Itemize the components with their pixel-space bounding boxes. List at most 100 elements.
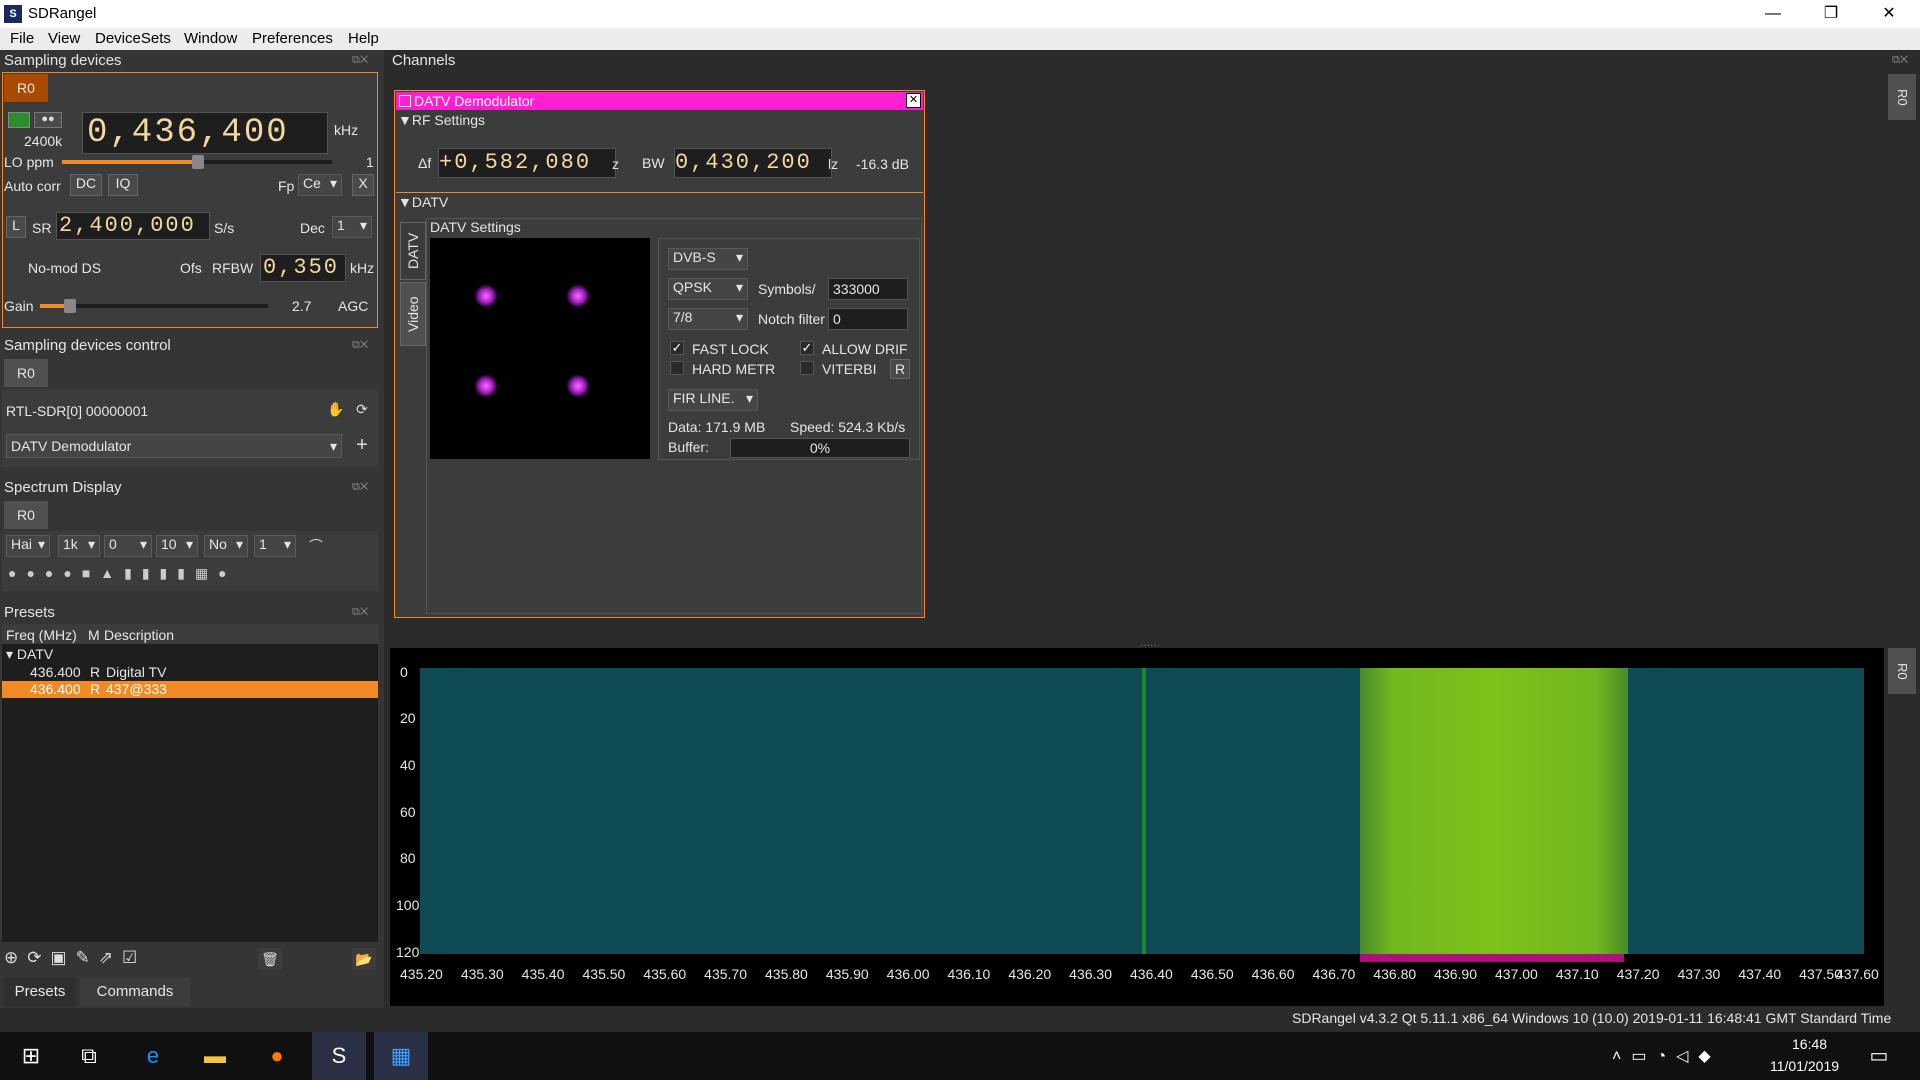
sampling-tab-r0[interactable]: R0 xyxy=(4,74,48,102)
notch-filter-input[interactable]: 0 xyxy=(828,308,908,330)
x-tick: 437.10 xyxy=(1555,966,1599,982)
close-button[interactable]: ✕ xyxy=(1860,0,1918,28)
spectrum-toggle-icons[interactable]: ●●●●■▲▮▮▮▮▦● xyxy=(8,565,328,585)
menu-view[interactable]: View xyxy=(48,30,80,47)
control-tab-r0[interactable]: R0 xyxy=(4,359,48,387)
iq-button[interactable]: IQ xyxy=(108,174,138,196)
dock-float-icon[interactable]: ⧉✕ xyxy=(1892,54,1908,67)
menu-preferences[interactable]: Preferences xyxy=(252,30,333,47)
filter-select[interactable]: FIR LINE. xyxy=(668,389,758,411)
modulation-select[interactable]: QPSK xyxy=(668,278,748,300)
start-stop-button[interactable] xyxy=(8,112,30,128)
y-tick: 40 xyxy=(400,757,416,773)
col-mode[interactable]: M xyxy=(88,627,100,643)
maximize-button[interactable]: ❐ xyxy=(1802,0,1860,28)
preset-toolbar-icons[interactable]: ⊕⟳▣✎⇗☑ xyxy=(4,948,376,972)
reload-icon[interactable]: ⟳ xyxy=(350,398,374,420)
datv-close-button[interactable]: ✕ xyxy=(906,93,921,108)
viterbi-checkbox[interactable] xyxy=(800,361,814,375)
gain-label: Gain xyxy=(4,298,34,314)
ofs-label[interactable]: Ofs xyxy=(180,260,202,276)
vtab-video[interactable]: Video xyxy=(400,282,426,346)
vtab-datv[interactable]: DATV xyxy=(400,222,426,280)
channel-marker[interactable] xyxy=(1360,954,1624,962)
app-logo-icon: S xyxy=(4,5,22,23)
datv-menu-icon[interactable] xyxy=(399,95,411,107)
channel-select[interactable]: DATV Demodulator xyxy=(6,434,342,458)
preset-row[interactable]: 436.400 R Digital TV xyxy=(2,664,378,682)
nomod-ds-label[interactable]: No-mod DS xyxy=(28,260,101,276)
col-description[interactable]: Description xyxy=(104,627,174,643)
averaging-select[interactable]: No xyxy=(204,535,248,557)
datv-section-toggle[interactable]: ▼DATV xyxy=(398,194,448,210)
fft-size-select[interactable]: 1k xyxy=(58,535,100,557)
firefox-icon[interactable]: ● xyxy=(250,1032,304,1080)
waterfall-display xyxy=(420,668,1864,962)
waterfall-side-tab-r0[interactable]: R0 xyxy=(1888,648,1916,694)
lo-ppm-label: LO ppm xyxy=(4,154,54,170)
fft-window-select[interactable]: Hai xyxy=(6,535,50,557)
lo-ppm-slider[interactable] xyxy=(62,155,332,169)
fec-select[interactable]: 7/8 xyxy=(668,308,748,330)
edge-icon[interactable]: e xyxy=(126,1032,180,1080)
symbol-rate-input[interactable]: 333000 xyxy=(828,278,908,300)
task-view-icon[interactable]: ⧉ xyxy=(62,1032,116,1080)
tab-presets[interactable]: Presets xyxy=(4,978,76,1006)
decimation-select[interactable]: 1 xyxy=(332,216,372,238)
delta-f-dial[interactable]: +0,582,080 xyxy=(438,148,616,178)
dock-float-icon[interactable]: ⧉✕ xyxy=(352,339,368,352)
menu-help[interactable]: Help xyxy=(348,30,379,47)
menu-file[interactable]: File xyxy=(10,30,34,47)
hard-metric-checkbox[interactable] xyxy=(670,361,684,375)
spectrum-display-title: Spectrum Display xyxy=(4,479,122,496)
bw-dial[interactable]: 0,430,200 xyxy=(674,148,832,178)
center-frequency-dial[interactable]: 0,436,400 xyxy=(82,112,328,154)
clock-time[interactable]: 16:48 xyxy=(1792,1036,1827,1052)
rfbw-dial[interactable]: 0,350 xyxy=(260,254,346,282)
record-icon[interactable]: ●● xyxy=(34,112,62,128)
y-tick: 120 xyxy=(396,944,420,960)
app-taskbar-icon[interactable]: ▦ xyxy=(374,1032,428,1080)
x-tick: 437.30 xyxy=(1677,966,1721,982)
add-channel-button[interactable]: + xyxy=(350,434,374,456)
channels-side-tab-r0[interactable]: R0 xyxy=(1888,74,1916,120)
decimation-factor-select[interactable]: 1 xyxy=(254,535,296,557)
system-tray-icons[interactable]: ˄▭◔◁◆ xyxy=(1612,1046,1721,1066)
col-freq[interactable]: Freq (MHz) xyxy=(6,627,77,643)
sdrangel-taskbar-icon[interactable]: S xyxy=(312,1032,366,1080)
hand-icon[interactable]: ✋ xyxy=(324,398,348,420)
menu-window[interactable]: Window xyxy=(184,30,237,47)
range-select[interactable]: 10 xyxy=(156,535,198,557)
file-explorer-icon[interactable]: ▬ xyxy=(188,1032,242,1080)
clock-date[interactable]: 11/01/2019 xyxy=(1770,1058,1839,1074)
agc-label[interactable]: AGC xyxy=(338,298,368,314)
minimize-button[interactable]: — xyxy=(1744,0,1802,28)
dock-float-icon[interactable]: ⧉✕ xyxy=(352,606,368,619)
tab-commands[interactable]: Commands xyxy=(80,978,190,1006)
fp-select[interactable]: Ce xyxy=(298,174,342,196)
spectrum-tab-r0[interactable]: R0 xyxy=(4,501,48,529)
curve-icon[interactable]: ⌒ xyxy=(304,535,328,557)
menu-devicesets[interactable]: DeviceSets xyxy=(95,30,171,47)
ref-level-select[interactable]: 0 xyxy=(104,535,152,557)
rf-settings-toggle[interactable]: ▼RF Settings xyxy=(398,112,485,128)
allow-drift-checkbox[interactable]: ✓ xyxy=(800,341,814,355)
dc-button[interactable]: DC xyxy=(70,174,102,196)
standard-select[interactable]: DVB-S xyxy=(668,248,748,270)
l-button[interactable]: L xyxy=(6,216,26,238)
dock-float-icon[interactable]: ⧉✕ xyxy=(352,54,368,67)
folder-icon[interactable]: 📂 xyxy=(352,948,376,970)
delete-icon[interactable]: 🗑 xyxy=(258,948,282,970)
start-icon[interactable]: ⊞ xyxy=(4,1032,58,1080)
gain-slider[interactable] xyxy=(40,299,268,313)
fast-lock-checkbox[interactable]: ✓ xyxy=(670,341,684,355)
sample-rate-dial[interactable]: 2,400,000 xyxy=(56,212,210,240)
x-button[interactable]: X xyxy=(352,174,374,196)
notification-icon[interactable]: ▭ xyxy=(1852,1032,1906,1080)
preset-group-datv[interactable]: ▾ DATV xyxy=(6,646,53,663)
group-label: DATV xyxy=(16,646,54,662)
reset-button[interactable]: R xyxy=(890,359,910,379)
dock-float-icon[interactable]: ⧉✕ xyxy=(352,481,368,494)
taskbar: ⊞ ⧉ e ▬ ● S ▦ ˄▭◔◁◆ 16:48 11/01/2019 ▭ xyxy=(0,1032,1920,1080)
preset-row-selected[interactable]: 436.400 R 437@333 xyxy=(2,681,378,698)
